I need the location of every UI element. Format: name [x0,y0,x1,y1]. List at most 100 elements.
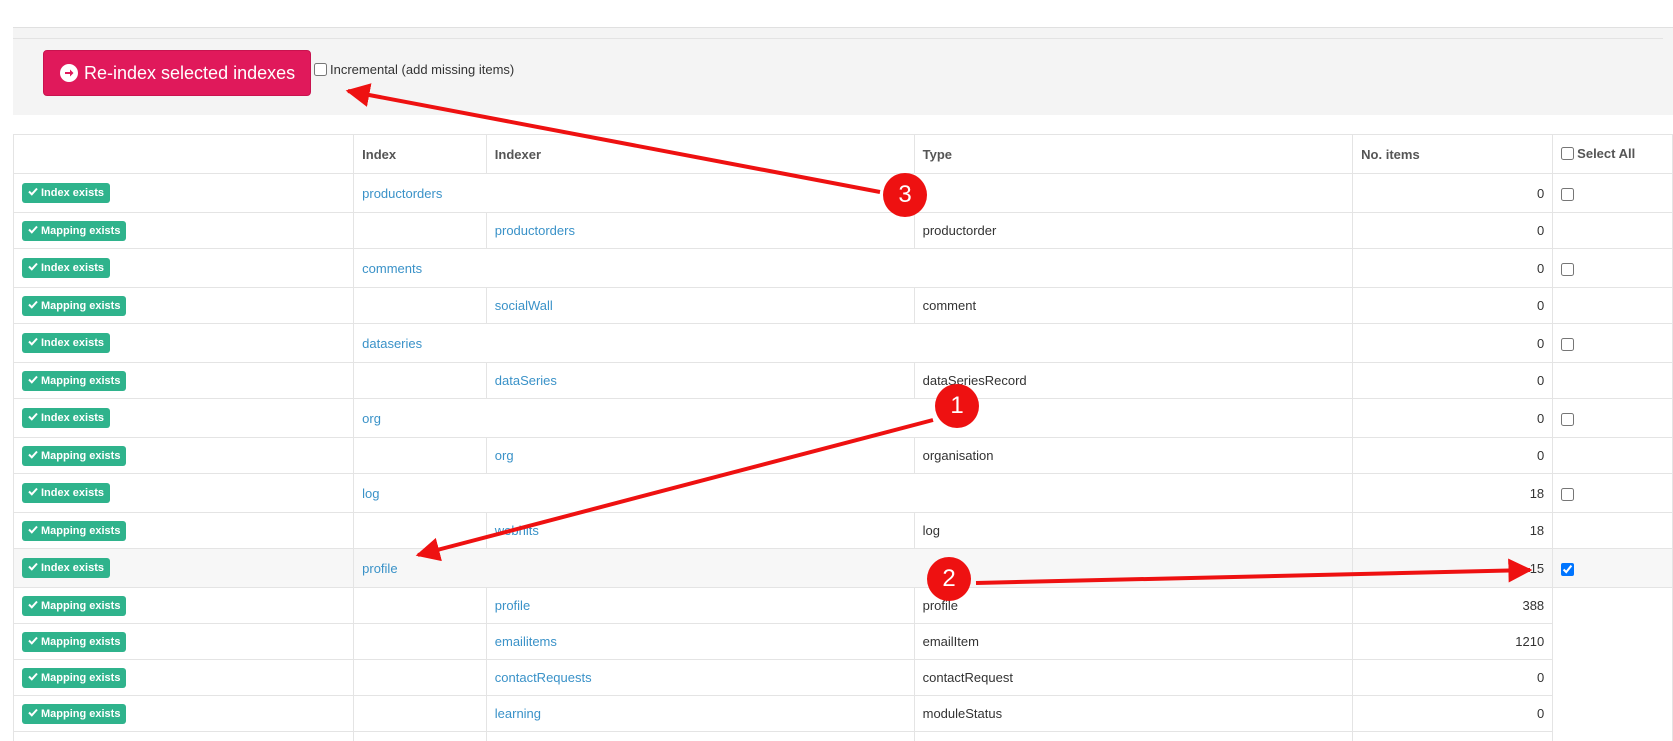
select-cell [1552,473,1673,513]
status-cell: Mapping exists [12,212,355,249]
index-link[interactable]: comments [362,261,422,276]
index-cell [353,623,487,660]
select-cell [1552,173,1673,213]
type-cell: productorder [913,212,1354,249]
select-index-checkbox[interactable] [1561,562,1575,576]
status-badge-label: Mapping exists [41,671,121,684]
status-cell: Mapping exists [12,695,355,732]
toolbar-divider [13,38,1663,39]
type-cell: moduleStatus [913,695,1354,732]
check-icon [28,375,38,387]
select-cell [1552,587,1673,624]
mapping-row [12,731,1673,741]
select-index-checkbox[interactable] [1561,487,1575,501]
select-index-checkbox[interactable] [1561,337,1575,351]
select-cell [1552,362,1673,399]
select-cell [1552,695,1673,732]
incremental-label: Incremental (add missing items) [330,62,515,77]
indexer-link[interactable]: dataSeries [495,373,557,388]
mapping-row: Mapping exists dataSeries dataSeriesRecord… [12,362,1673,399]
reindex-toolbar: Re-index selected indexes Incremental (a… [13,27,1673,115]
select-all-option[interactable]: Select All [1561,146,1635,161]
select-cell [1552,212,1673,249]
mapping-row: Mapping exists org organisation 0 [12,437,1673,474]
status-badge-label: Mapping exists [41,374,121,387]
header-select-all: Select All [1552,134,1673,174]
type-cell: log [913,512,1354,549]
index-link[interactable]: dataseries [362,336,422,351]
mapping-row: Mapping exists socialWall comment 0 [12,287,1673,324]
indexer-link[interactable]: profile [495,598,530,613]
mapping-row: Mapping exists contactRequests contactRequ… [12,659,1673,696]
items-count-cell: 0 [1352,437,1554,474]
status-cell: Index exists [12,248,355,288]
annotation-marker-2: 2 [927,557,971,601]
status-badge: Mapping exists [22,667,127,688]
select-index-checkbox[interactable] [1561,187,1575,201]
indexer-link[interactable]: contactRequests [495,670,592,685]
reindex-button-label: Re-index selected indexes [84,62,296,83]
indexer-link[interactable]: socialWall [495,298,553,313]
status-badge-label: Mapping exists [41,635,121,648]
select-cell [1552,548,1673,588]
items-count-cell: 18 [1352,473,1554,513]
index-row: Index exists org 0 [12,398,1673,438]
reindex-button[interactable]: Re-index selected indexes [43,50,311,96]
items-count-cell: 0 [1352,173,1554,213]
indexer-link[interactable]: webhits [495,523,539,538]
select-cell [1552,659,1673,696]
status-cell: Index exists [12,398,355,438]
status-badge-label: Index exists [41,187,104,199]
items-count-cell: 0 [1352,695,1554,732]
index-link[interactable]: profile [362,561,397,576]
index-cell: dataseries [353,323,1354,363]
index-link[interactable]: org [362,411,381,426]
index-row: Index exists log 18 [12,473,1673,513]
status-badge: Mapping exists [22,595,127,616]
status-badge: Index exists [22,558,110,578]
index-cell [353,587,487,624]
annotation-marker-1: 1 [935,384,979,428]
items-count-cell: 0 [1352,248,1554,288]
header-type: Type [913,134,1354,174]
select-index-checkbox[interactable] [1561,412,1575,426]
status-badge-label: Index exists [41,562,104,574]
index-row: Index exists profile 15 [12,548,1673,588]
select-cell [1552,323,1673,363]
index-link[interactable]: productorders [362,186,442,201]
check-icon [28,636,38,648]
select-all-checkbox[interactable] [1561,146,1575,160]
mapping-row: Mapping exists productorders productorder 0 [12,212,1673,249]
status-cell: Mapping exists [12,512,355,549]
status-cell: Mapping exists [12,623,355,660]
index-link[interactable]: log [362,486,379,501]
incremental-checkbox[interactable] [314,63,327,76]
status-badge-label: Index exists [41,337,104,349]
status-cell: Mapping exists [12,362,355,399]
indexer-link[interactable]: learning [495,706,541,721]
status-badge: Mapping exists [22,445,127,466]
indexer-link[interactable]: productorders [495,223,575,238]
indexer-cell: webhits [485,512,915,549]
indexer-link[interactable]: org [495,448,514,463]
status-badge: Mapping exists [22,295,127,316]
select-index-checkbox[interactable] [1561,262,1575,276]
status-cell: Mapping exists [12,287,355,324]
check-icon [28,450,38,462]
items-count-cell: 388 [1352,587,1554,624]
status-cell: Index exists [12,173,355,213]
status-badge-label: Mapping exists [41,599,121,612]
indexer-link[interactable]: emailitems [495,634,557,649]
status-cell: Mapping exists [12,437,355,474]
status-cell [12,731,355,741]
status-badge-label: Index exists [41,487,104,499]
select-cell [1552,437,1673,474]
indexer-cell: emailitems [485,623,915,660]
check-icon [28,262,38,274]
index-cell: profile [353,548,1354,588]
type-cell: comment [913,287,1354,324]
mapping-row: Mapping exists emailitems emailItem 1210 [12,623,1673,660]
incremental-option[interactable]: Incremental (add missing items) [314,62,514,77]
index-cell: org [353,398,1354,438]
indexer-cell: productorders [485,212,915,249]
